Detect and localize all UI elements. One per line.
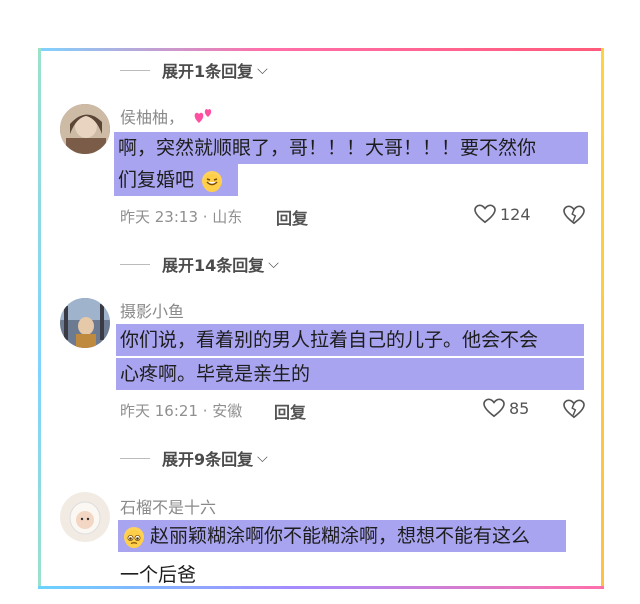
avatar[interactable] <box>60 104 110 154</box>
avatar-image <box>60 298 110 348</box>
frame-top-border <box>38 48 604 51</box>
chevron-down-icon: ⌵ <box>257 450 268 466</box>
comment-username[interactable]: 石榴不是十六 <box>120 494 216 518</box>
dislike-button[interactable] <box>563 399 585 423</box>
heart-outline-icon <box>474 204 496 224</box>
like-button[interactable]: 124 <box>474 204 531 224</box>
expand-replies-label: 展开9条回复 <box>162 450 254 469</box>
divider-line <box>120 457 150 459</box>
broken-heart-icon <box>563 399 585 419</box>
comment-text-line: 心疼啊。毕竟是亲生的 <box>116 358 584 390</box>
laughing-emoji-icon <box>202 170 223 192</box>
comment-timestamp: 昨天 23:13 · 山东 <box>120 208 243 226</box>
like-count: 124 <box>500 204 531 224</box>
pink-hearts-icon <box>194 109 212 123</box>
comment-username[interactable]: 摄影小鱼 <box>120 298 184 322</box>
dislike-button[interactable] <box>563 205 585 229</box>
frame-left-border <box>38 48 41 589</box>
chevron-down-icon: ⌵ <box>268 256 279 272</box>
comment-text-line: 啊，突然就顺眼了，哥！！！大哥！！！要不然你 <box>114 132 588 164</box>
divider-line <box>120 263 150 265</box>
expand-replies-button[interactable]: 展开14条回复 ⌵ <box>120 252 279 276</box>
divider-line <box>120 69 150 71</box>
comment-text-line: 你们说，看着别的男人拉着自己的儿子。他会不会 <box>116 324 584 356</box>
like-button[interactable]: 85 <box>483 398 529 418</box>
avatar-image <box>60 104 110 154</box>
expand-replies-label: 展开1条回复 <box>162 62 254 81</box>
broken-heart-icon <box>563 205 585 225</box>
pleading-emoji-icon <box>124 526 144 548</box>
avatar[interactable] <box>60 492 110 542</box>
expand-replies-label: 展开14条回复 <box>162 256 265 275</box>
comment-username[interactable]: 侯柚柚， <box>120 104 215 128</box>
avatar-image <box>60 492 110 542</box>
frame-right-border <box>601 48 604 589</box>
expand-replies-button[interactable]: 展开1条回复 ⌵ <box>120 58 268 82</box>
heart-outline-icon <box>483 398 505 418</box>
comment-text-line: 赵丽颖糊涂啊你不能糊涂啊，想想不能有这么 <box>118 520 566 552</box>
reply-button[interactable]: 回复 <box>276 205 308 229</box>
like-count: 85 <box>509 398 530 418</box>
comment-text-line: 一个后爸 <box>120 564 197 586</box>
reply-button[interactable]: 回复 <box>274 399 306 423</box>
avatar[interactable] <box>60 298 110 348</box>
comment-text-line: 们复婚吧 <box>114 164 238 196</box>
chevron-down-icon: ⌵ <box>257 62 268 78</box>
comment-timestamp: 昨天 16:21 · 安徽 <box>120 402 243 420</box>
expand-replies-button[interactable]: 展开9条回复 ⌵ <box>120 446 268 470</box>
